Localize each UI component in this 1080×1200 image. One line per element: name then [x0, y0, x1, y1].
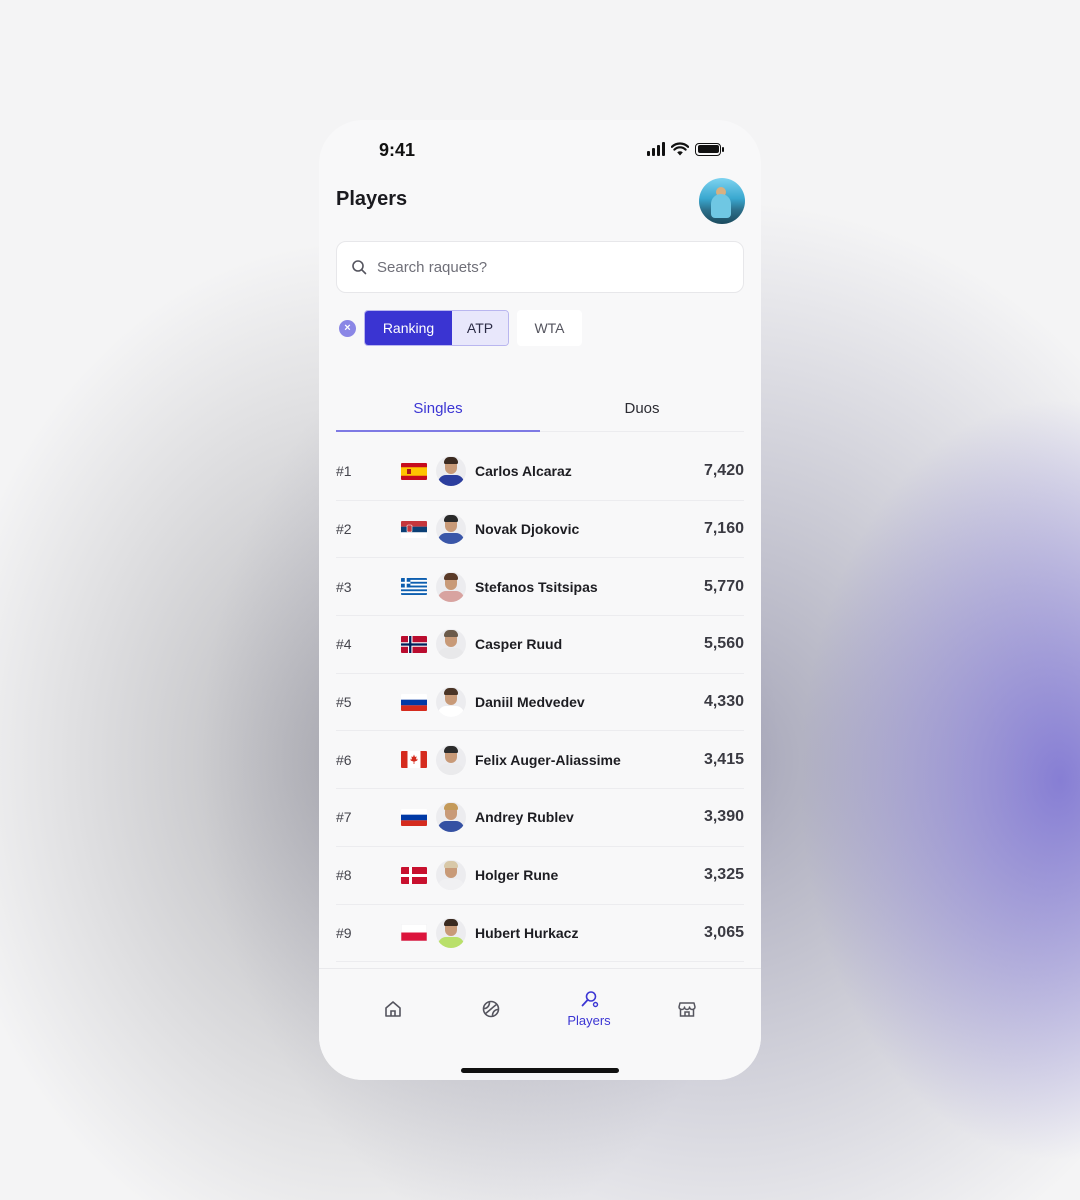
tab-shop[interactable] — [647, 989, 727, 1019]
tennis-ball-icon — [482, 1000, 500, 1018]
player-rank: #6 — [336, 751, 352, 768]
player-name: Casper Ruud — [475, 636, 563, 653]
poland-flag-icon — [401, 924, 427, 942]
player-row[interactable]: #5 Daniil Medvedev 4,330 — [336, 674, 744, 732]
player-points: 5,770 — [703, 577, 744, 595]
avatar[interactable] — [699, 178, 745, 224]
phone-frame: 9:41 Players × Ranking ATP — [319, 120, 761, 1080]
tab-home[interactable] — [353, 989, 433, 1019]
wifi-icon — [671, 142, 689, 156]
filter-bar: × Ranking ATP WTA — [339, 310, 582, 346]
tab-singles[interactable]: Singles — [336, 390, 540, 432]
canada-flag-icon — [401, 751, 427, 769]
player-name: Carlos Alcaraz — [475, 463, 572, 480]
player-row[interactable]: #3 Stefanos Tsitsipas 5,770 — [336, 558, 744, 617]
russia-flag-icon — [401, 693, 427, 711]
player-rank: #1 — [336, 463, 352, 480]
norway-flag-icon — [401, 635, 427, 653]
player-name: Felix Auger-Aliassime — [475, 751, 621, 768]
player-list: #1 Carlos Alcaraz 7,420 #2 Novak Djokovic 7,1… — [336, 443, 744, 963]
spain-flag-icon — [401, 462, 427, 480]
store-icon — [678, 1002, 696, 1017]
player-name: Hubert Hurkacz — [475, 924, 579, 941]
filter-wta-button[interactable]: WTA — [517, 310, 582, 346]
filter-atp-button[interactable]: ATP — [452, 311, 508, 345]
denmark-flag-icon — [401, 866, 427, 884]
greece-flag-icon — [401, 578, 427, 596]
player-points: 3,390 — [703, 808, 744, 826]
player-row[interactable]: #2 Novak Djokovic 7,160 — [336, 501, 744, 559]
player-avatar — [436, 802, 466, 833]
player-rank: #4 — [336, 636, 352, 653]
tab-players[interactable]: Players — [549, 989, 629, 1028]
signal-icon — [647, 142, 665, 156]
player-rank: #9 — [336, 924, 352, 941]
player-avatar — [436, 860, 466, 891]
player-points: 7,420 — [703, 462, 744, 480]
tab-matches[interactable] — [451, 989, 531, 1019]
player-points: 7,160 — [703, 520, 744, 538]
player-row[interactable]: #1 Carlos Alcaraz 7,420 — [336, 443, 744, 501]
player-avatar — [436, 917, 466, 948]
player-avatar — [436, 744, 466, 775]
player-name: Daniil Medvedev — [475, 694, 585, 711]
player-rank: #7 — [336, 809, 352, 826]
tab-duos[interactable]: Duos — [540, 390, 744, 431]
player-name: Andrey Rublev — [475, 809, 574, 826]
player-avatar — [436, 629, 466, 660]
player-row[interactable]: #8 Holger Rune 3,325 — [336, 847, 744, 905]
player-row[interactable]: #9 Hubert Hurkacz 3,065 — [336, 905, 744, 963]
player-row[interactable]: #6 Felix Auger-Aliassime 3,415 — [336, 731, 744, 790]
player-avatar — [436, 687, 466, 718]
player-name: Novak Djokovic — [475, 521, 580, 538]
bottom-tab-bar: Players — [319, 968, 761, 1080]
player-avatar — [436, 514, 466, 545]
player-points: 3,065 — [703, 923, 744, 941]
player-points: 4,330 — [703, 693, 744, 711]
filter-ranking-button[interactable]: Ranking — [365, 311, 452, 345]
player-avatar — [436, 571, 466, 602]
player-rank: #5 — [336, 694, 352, 711]
player-name: Stefanos Tsitsipas — [475, 578, 598, 595]
home-icon — [385, 1001, 401, 1017]
player-avatar — [436, 456, 466, 487]
player-points: 3,325 — [703, 866, 744, 884]
player-rank: #3 — [336, 578, 352, 595]
tab-bar-top: Singles Duos — [336, 390, 744, 432]
player-rank: #2 — [336, 521, 352, 538]
tab-players-label: Players — [567, 1013, 611, 1028]
home-indicator — [461, 1068, 619, 1073]
player-name: Holger Rune — [475, 867, 559, 884]
clear-filters-icon[interactable]: × — [339, 319, 356, 337]
serbia-flag-icon — [401, 520, 427, 538]
player-rank: #8 — [336, 867, 352, 884]
search-bar[interactable] — [336, 241, 744, 293]
battery-icon — [695, 142, 724, 156]
player-row[interactable]: #4 Casper Ruud 5,560 — [336, 616, 744, 674]
racket-icon — [581, 991, 599, 1008]
search-icon — [352, 260, 367, 275]
player-points: 5,560 — [703, 635, 744, 653]
player-points: 3,415 — [703, 750, 744, 768]
russia-flag-icon — [401, 808, 427, 826]
status-bar: 9:41 — [319, 120, 761, 180]
page-title: Players — [336, 188, 408, 210]
status-time: 9:41 — [379, 140, 416, 160]
status-icons — [647, 142, 724, 156]
search-input[interactable] — [377, 258, 717, 276]
player-row[interactable]: #7 Andrey Rublev 3,390 — [336, 789, 744, 847]
ranking-segment: Ranking ATP — [364, 310, 509, 346]
